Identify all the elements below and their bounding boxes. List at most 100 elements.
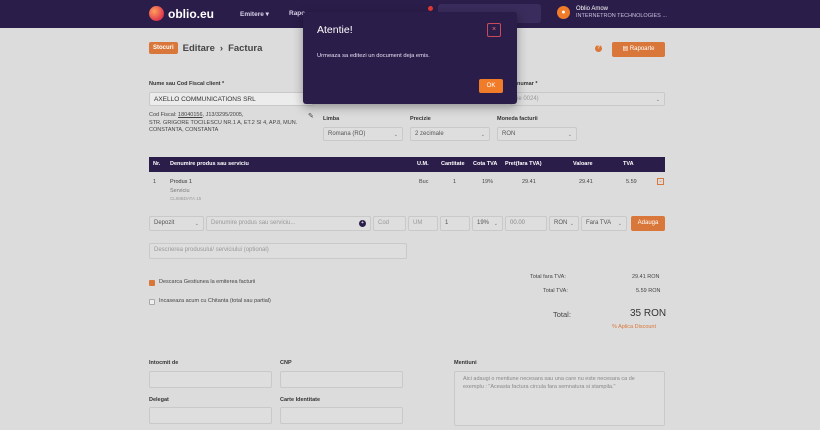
language-select[interactable]: Romana (RO) ⌄ (323, 127, 403, 141)
products-table-header: Nr. Denumire produs sau serviciu U.M. Ca… (149, 157, 665, 172)
currency-label: Moneda facturii (497, 116, 538, 122)
row-vat: 5.59 (626, 179, 637, 185)
description-input[interactable]: Descrierea produsului/ serviciului (opti… (149, 243, 407, 259)
stocuri-badge[interactable]: Stocuri (149, 42, 178, 54)
chevron-down-icon: ⌄ (493, 221, 498, 227)
total-no-vat-label: Total fara TVA: (530, 274, 566, 280)
col-vat: TVA (623, 161, 634, 167)
notification-badge (428, 6, 433, 11)
row-um: Buc (419, 179, 429, 185)
issued-by-label: Intocmit de (149, 360, 179, 366)
col-value: Valoare (573, 161, 593, 167)
add-circle-icon[interactable]: + (359, 220, 366, 227)
qty-input[interactable]: 1 (440, 216, 470, 231)
cif-prefix: Cod Fiscal: (149, 112, 179, 118)
delegate-label: Delegat (149, 397, 169, 403)
chevron-down-icon: ⌄ (567, 132, 572, 138)
currency-select[interactable]: RON ⌄ (497, 127, 577, 141)
total-value: 35 RON (630, 308, 667, 319)
client-address-2: CONSTANTA, CONSTANTA (149, 127, 219, 133)
user-name: Oblio Amow (576, 6, 609, 12)
col-price: Pret(fara TVA) (505, 161, 542, 167)
chevron-down-icon: ⌄ (655, 97, 660, 103)
warehouse-value: Depozit (154, 220, 175, 226)
price-input[interactable]: 00.00 (505, 216, 547, 231)
logo-text: oblio.eu (168, 6, 214, 21)
stock-checkbox-label: Descarca Gestiunea la emiterea facturii (159, 279, 256, 285)
row-nr: 1 (153, 179, 157, 185)
breadcrumb: Stocuri Editare › Factura (149, 42, 262, 54)
close-icon[interactable]: × (487, 23, 501, 37)
help-icon[interactable]: ? (595, 45, 602, 52)
cif-rest: , J13/3295/2005, (202, 112, 244, 118)
row-price: 29.41 (522, 179, 536, 185)
precision-value: 2 zecimale (415, 131, 444, 137)
reports-button[interactable]: ▤ Rapoarte (612, 42, 665, 57)
line-currency-value: RON (554, 220, 568, 226)
chevron-down-icon: ⌄ (194, 221, 199, 227)
row-code: CLIMBDATA 15 (170, 196, 202, 201)
report-icon: ▤ (622, 46, 630, 52)
warehouse-select[interactable]: Depozit ⌄ (149, 216, 204, 231)
series-number-value: (ie 0024) (515, 96, 539, 102)
logo-icon (149, 6, 164, 21)
chevron-down-icon: ⌄ (569, 221, 574, 227)
col-um: U.M. (417, 161, 429, 167)
cnp-label: CNP (280, 360, 292, 366)
add-line-button[interactable]: Adauga (631, 216, 665, 231)
product-input[interactable]: Denumire produs sau serviciu... + (206, 216, 371, 231)
breadcrumb-editare: Editare (182, 42, 215, 54)
cif-link[interactable]: 18040156 (178, 112, 202, 118)
chevron-down-icon: ⌄ (617, 221, 622, 227)
client-input[interactable]: AXELLO COMMUNICATIONS SRL (149, 92, 314, 106)
vat-mode-select[interactable]: Fara TVA ⌄ (581, 216, 627, 231)
vat-select[interactable]: 19% ⌄ (472, 216, 503, 231)
chevron-down-icon: ⌄ (393, 132, 398, 138)
row-value: 29.41 (579, 179, 593, 185)
client-label: Nume sau Cod Fiscal client * (149, 81, 225, 87)
user-menu[interactable]: ● Oblio Amow INTERNETRON TECHNOLOGIES ..… (557, 5, 667, 19)
mentions-textarea[interactable]: Aici adaugi o mentiune necesara sau una … (454, 371, 665, 426)
receipt-checkbox[interactable] (149, 299, 155, 305)
table-row[interactable]: 1 Produs 1 Serviciu CLIMBDATA 15 Buc 1 1… (149, 175, 665, 205)
language-label: Limba (323, 116, 340, 122)
um-input[interactable]: UM (408, 216, 438, 231)
total-no-vat-value: 29.41 RON (632, 274, 660, 280)
modal-message: Urmeaza sa editezi un document deja emis… (317, 53, 430, 59)
ok-button[interactable]: OK (479, 79, 503, 93)
delegate-input[interactable] (149, 407, 272, 424)
nav-emitere[interactable]: Emitere ▾ (240, 10, 269, 18)
col-vat-rate: Cota TVA (473, 161, 498, 167)
row-name: Produs 1 (170, 179, 193, 185)
line-currency-select[interactable]: RON ⌄ (549, 216, 579, 231)
logo[interactable]: oblio.eu (149, 6, 214, 21)
discount-link[interactable]: % Aplica Discount (612, 324, 656, 330)
cnp-input[interactable] (280, 371, 403, 388)
issued-by-input[interactable] (149, 371, 272, 388)
client-details: Cod Fiscal: 18040156, J13/3295/2005, STR… (149, 112, 297, 135)
series-label: numar * (517, 81, 538, 87)
id-card-input[interactable] (280, 407, 403, 424)
col-nr: Nr. (153, 161, 161, 167)
series-number-input[interactable]: (ie 0024) ⌄ (510, 92, 665, 106)
edit-pencil-icon[interactable]: ✎ (308, 112, 314, 120)
row-menu-icon[interactable]: ⌄ (657, 178, 664, 185)
row-qty: 1 (453, 179, 457, 185)
stock-checkbox[interactable] (149, 280, 155, 286)
id-card-label: Carte Identitate (280, 397, 321, 403)
vat-mode-value: Fara TVA (586, 220, 612, 226)
chevron-right-icon: › (219, 42, 224, 54)
total-label: Total: (553, 310, 571, 319)
precision-select[interactable]: 2 zecimale ⌄ (410, 127, 490, 141)
user-avatar-icon: ● (557, 5, 570, 19)
modal-title: Atentie! (317, 24, 353, 36)
chevron-down-icon: ⌄ (480, 132, 485, 138)
client-address-1: STR. GRIGORE TOCILESCU NR.1 A, ET.2 SI 4… (149, 119, 298, 126)
mentions-label: Mentiuni (454, 360, 477, 366)
receipt-checkbox-label: Incaseaza acum cu Chitanta (total sau pa… (159, 298, 271, 304)
breadcrumb-factura: Factura (228, 42, 263, 54)
product-placeholder: Denumire produs sau serviciu... (211, 220, 296, 226)
language-value: Romana (RO) (328, 131, 366, 137)
code-input[interactable]: Cod (373, 216, 406, 231)
total-vat-label: Total TVA: (543, 288, 568, 294)
